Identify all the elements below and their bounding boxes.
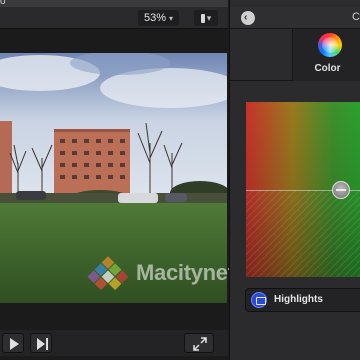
tab-color[interactable]: Color: [292, 29, 360, 81]
highlights-selector[interactable]: Highlights: [245, 288, 360, 312]
window-title-strip: o: [0, 0, 228, 7]
next-frame-button[interactable]: [30, 333, 52, 353]
next-frame-icon: [37, 338, 48, 350]
inspector-title: C: [352, 11, 360, 23]
highlights-icon: [251, 292, 267, 308]
inspector-tabbar: Color: [230, 29, 360, 81]
inspector-header: ‹ C: [230, 7, 360, 29]
chevron-down-icon: ▾: [206, 13, 212, 23]
chevron-down-icon: ▾: [169, 14, 174, 23]
color-board-puck[interactable]: [332, 181, 350, 199]
fullscreen-button[interactable]: [184, 333, 214, 353]
play-button[interactable]: [2, 333, 24, 353]
fullscreen-icon: [193, 337, 207, 351]
viewer-pane: o 53% ▾ ▾ Macitynet.it: [0, 0, 254, 360]
highlights-label: Highlights: [274, 294, 323, 305]
chevron-left-icon: ‹: [244, 12, 248, 23]
zoom-menu[interactable]: 53% ▾: [138, 10, 180, 26]
tab-color-label: Color: [314, 63, 341, 74]
window-title: o: [0, 0, 6, 7]
transport-bar: [0, 330, 228, 356]
play-icon: [10, 338, 19, 350]
view-options-button[interactable]: ▾: [194, 10, 218, 26]
color-board[interactable]: [246, 102, 360, 277]
macitynet-logo: [87, 256, 129, 291]
color-wheel-icon: [318, 33, 342, 57]
viewer-toolbar: 53% ▾ ▾: [0, 7, 228, 29]
color-board-hatch: [246, 190, 360, 277]
back-button[interactable]: ‹: [241, 11, 255, 25]
view-options-icon: [200, 14, 205, 24]
zoom-value: 53%: [144, 12, 167, 24]
